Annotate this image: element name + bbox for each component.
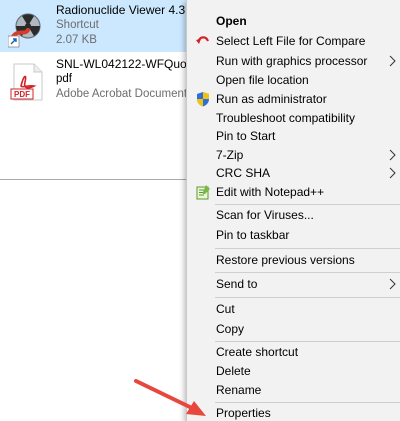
- file-name: Radionuclide Viewer 4.3: [56, 3, 186, 17]
- chevron-right-icon: [387, 55, 399, 67]
- menu-label: Troubleshoot compatibility: [216, 111, 355, 125]
- menu-separator: [215, 248, 400, 249]
- menu-item-run-graphics-processor[interactable]: Run with graphics processor: [187, 52, 400, 70]
- pdf-icon: PDF: [8, 62, 48, 102]
- menu-item-7zip[interactable]: 7-Zip: [187, 146, 400, 164]
- menu-item-crc-sha[interactable]: CRC SHA: [187, 164, 400, 182]
- notepad-plus-plus-icon: [195, 184, 211, 200]
- menu-separator: [215, 297, 400, 298]
- file-type: Shortcut: [56, 19, 99, 31]
- menu-item-properties[interactable]: Properties: [187, 404, 400, 421]
- menu-label: Open: [216, 14, 247, 28]
- menu-item-troubleshoot-compatibility[interactable]: Troubleshoot compatibility: [187, 109, 400, 127]
- menu-label: Cut: [216, 302, 235, 316]
- menu-item-rename[interactable]: Rename: [187, 381, 400, 399]
- menu-item-copy[interactable]: Copy: [187, 320, 400, 338]
- chevron-right-icon: [387, 167, 399, 179]
- menu-label: Properties: [216, 406, 271, 420]
- menu-label: Open file location: [216, 73, 309, 87]
- menu-label: CRC SHA: [216, 166, 271, 180]
- chevron-right-icon: [387, 149, 399, 161]
- menu-label: Restore previous versions: [216, 253, 355, 267]
- menu-label: Copy: [216, 322, 245, 336]
- menu-item-edit-with-notepad-plus-plus[interactable]: Edit with Notepad++: [187, 183, 400, 201]
- chevron-right-icon: [387, 278, 399, 290]
- menu-label: Scan for Viruses...: [216, 208, 314, 222]
- menu-item-scan-for-viruses[interactable]: Scan for Viruses...: [187, 206, 400, 224]
- menu-label: Send to: [216, 277, 258, 291]
- menu-label: Select Left File for Compare: [216, 34, 366, 48]
- menu-label: Run with graphics processor: [216, 54, 368, 68]
- menu-separator: [215, 272, 400, 273]
- context-menu: Open Select Left File for Compare Run with…: [186, 0, 400, 421]
- file-size: 2.07 KB: [56, 34, 97, 46]
- menu-item-select-left-compare[interactable]: Select Left File for Compare: [187, 32, 400, 50]
- menu-item-pin-to-taskbar[interactable]: Pin to taskbar: [187, 226, 400, 244]
- menu-item-restore-previous-versions[interactable]: Restore previous versions: [187, 251, 400, 269]
- menu-label: Run as administrator: [216, 92, 327, 106]
- radiation-shortcut-icon: [7, 8, 48, 48]
- file-item-radionuclide-viewer[interactable]: Radionuclide Viewer 4.3 Shortcut 2.07 KB: [0, 0, 200, 52]
- menu-label: Pin to taskbar: [216, 228, 290, 242]
- menu-separator: [215, 341, 400, 342]
- menu-item-run-as-administrator[interactable]: Run as administrator: [187, 90, 400, 108]
- menu-item-send-to[interactable]: Send to: [187, 275, 400, 293]
- menu-label: Delete: [216, 364, 251, 378]
- menu-label: Rename: [216, 383, 262, 397]
- file-item-pdf-quote[interactable]: PDF SNL-WL042122-WFQuote_01 pdf Adobe Ac…: [0, 54, 217, 106]
- menu-separator: [215, 204, 400, 205]
- menu-separator: [215, 402, 400, 403]
- menu-label: Create shortcut: [216, 345, 299, 359]
- menu-item-pin-to-start[interactable]: Pin to Start: [187, 127, 400, 145]
- menu-label: Edit with Notepad++: [216, 185, 325, 199]
- uac-shield-icon: [195, 91, 211, 107]
- compare-icon: [195, 33, 211, 49]
- menu-item-cut[interactable]: Cut: [187, 300, 400, 318]
- pdf-icon-text: PDF: [14, 90, 30, 99]
- menu-label: 7-Zip: [216, 148, 244, 162]
- menu-label: Pin to Start: [216, 129, 276, 143]
- menu-item-delete[interactable]: Delete: [187, 362, 400, 380]
- menu-item-create-shortcut[interactable]: Create shortcut: [187, 343, 400, 361]
- menu-item-open[interactable]: Open: [187, 12, 400, 30]
- menu-item-open-file-location[interactable]: Open file location: [187, 71, 400, 89]
